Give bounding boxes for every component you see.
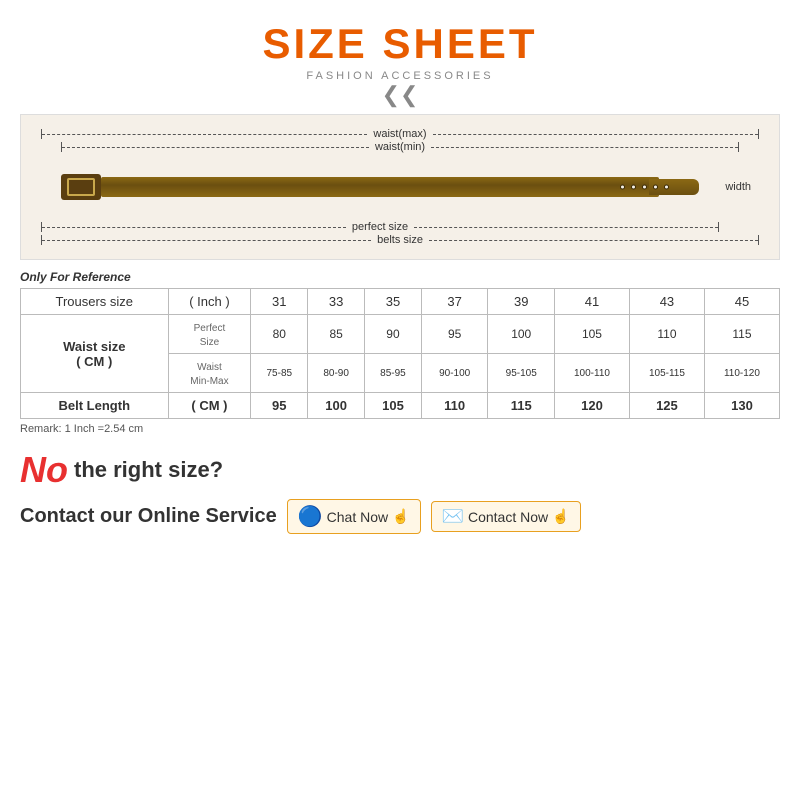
perfect-size-label: perfect size	[346, 221, 414, 233]
page-title: SIZE SHEET	[262, 20, 537, 68]
chevron-icon: ❮❮	[382, 84, 419, 106]
wm-90-100: 90-100	[421, 354, 488, 393]
bl-100: 100	[308, 393, 365, 419]
perfect-size-line: perfect size	[41, 221, 719, 233]
size-31: 31	[251, 289, 308, 315]
size-45: 45	[704, 289, 779, 315]
contact-row: Contact our Online Service 🔵 Chat Now ☝ …	[20, 499, 780, 534]
ps-80: 80	[251, 315, 308, 354]
bottom-section: No the right size? Contact our Online Se…	[20, 449, 780, 534]
size-41: 41	[554, 289, 629, 315]
size-table: Trousers size ( Inch ) 31 33 35 37 39 41…	[20, 288, 780, 419]
mail-icon: ✉️	[442, 506, 464, 527]
belts-size-label: belts size	[371, 234, 429, 246]
size-33: 33	[308, 289, 365, 315]
belt-length-label: Belt Length	[21, 393, 169, 419]
size-35: 35	[365, 289, 422, 315]
hand-icon-chat: ☝	[392, 508, 409, 525]
wm-75-85: 75-85	[251, 354, 308, 393]
contact-now-button[interactable]: ✉️ Contact Now ☝	[431, 501, 581, 532]
waist-min-line: waist(min)	[61, 141, 739, 153]
ps-90: 90	[365, 315, 422, 354]
contact-label: Contact our Online Service	[20, 505, 277, 528]
wm-85-95: 85-95	[365, 354, 422, 393]
belt-length-row: Belt Length ( CM ) 95 100 105 110 115 12…	[21, 393, 780, 419]
belt-holes	[620, 185, 669, 190]
perfect-size-sub: PerfectSize	[168, 315, 251, 354]
subtitle: FASHION ACCESSORIES	[306, 70, 493, 82]
bl-125: 125	[629, 393, 704, 419]
size-39: 39	[488, 289, 555, 315]
contact-now-label: Contact Now	[468, 509, 548, 525]
belt-diagram: waist(max) waist(min) width	[20, 114, 780, 260]
inch-cell: ( Inch )	[168, 289, 251, 315]
belt-visual: width	[41, 157, 759, 217]
ps-115: 115	[704, 315, 779, 354]
belt-length-cm: ( CM )	[168, 393, 251, 419]
wm-105-115: 105-115	[629, 354, 704, 393]
chat-now-button[interactable]: 🔵 Chat Now ☝	[287, 499, 421, 534]
bl-110: 110	[421, 393, 488, 419]
bl-120: 120	[554, 393, 629, 419]
ps-110: 110	[629, 315, 704, 354]
chat-icon: 🔵	[298, 504, 323, 529]
table-section: Only For Reference Trousers size ( Inch …	[20, 270, 780, 435]
belt-body	[101, 177, 659, 197]
perfect-size-row: Waist size( CM ) PerfectSize 80 85 90 95…	[21, 315, 780, 354]
ps-100: 100	[488, 315, 555, 354]
size-43: 43	[629, 289, 704, 315]
belts-size-line: belts size	[41, 234, 759, 246]
ps-95: 95	[421, 315, 488, 354]
waist-size-label: Waist size( CM )	[21, 315, 169, 393]
hand-icon-contact: ☝	[552, 508, 569, 525]
bl-95: 95	[251, 393, 308, 419]
waist-max-label: waist(max)	[367, 128, 432, 140]
ps-105: 105	[554, 315, 629, 354]
ps-85: 85	[308, 315, 365, 354]
waist-min-label: waist(min)	[369, 141, 431, 153]
trousers-row: Trousers size ( Inch ) 31 33 35 37 39 41…	[21, 289, 780, 315]
width-label: width	[725, 181, 751, 193]
no-size-label: the right size?	[74, 457, 223, 483]
waist-max-line: waist(max)	[41, 128, 759, 140]
chat-now-label: Chat Now	[327, 509, 388, 525]
no-text: No	[20, 449, 68, 491]
waist-minmax-sub: WaistMin-Max	[168, 354, 251, 393]
wm-95-105: 95-105	[488, 354, 555, 393]
wm-100-110: 100-110	[554, 354, 629, 393]
bl-105: 105	[365, 393, 422, 419]
size-37: 37	[421, 289, 488, 315]
only-ref-text: Only For Reference	[20, 270, 780, 284]
bl-115: 115	[488, 393, 555, 419]
bl-130: 130	[704, 393, 779, 419]
wm-80-90: 80-90	[308, 354, 365, 393]
trousers-size-cell: Trousers size	[21, 289, 169, 315]
wm-110-120: 110-120	[704, 354, 779, 393]
belt-buckle	[61, 174, 101, 200]
remark-text: Remark: 1 Inch =2.54 cm	[20, 423, 780, 435]
no-size-row: No the right size?	[20, 449, 780, 491]
